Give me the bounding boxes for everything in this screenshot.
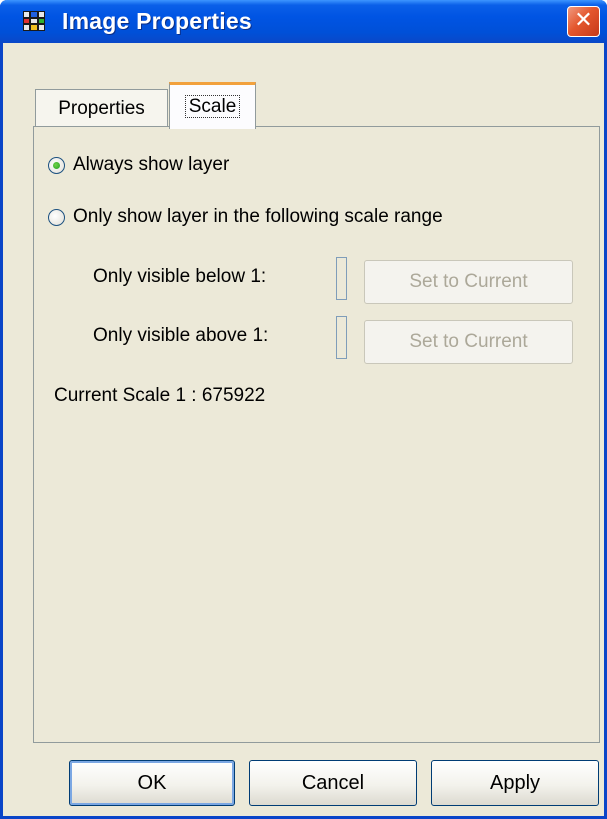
set-below-to-current-button[interactable]: Set to Current — [364, 260, 573, 304]
close-icon: ✕ — [574, 8, 593, 33]
always-show-layer-label: Always show layer — [73, 154, 230, 175]
set-above-to-current-button[interactable]: Set to Current — [364, 320, 573, 364]
tab-properties-label: Properties — [58, 98, 145, 119]
cancel-button[interactable]: Cancel — [249, 760, 417, 806]
current-scale-text: Current Scale 1 : 675922 — [54, 385, 266, 406]
title-bar[interactable]: Image Properties ✕ — [0, 0, 607, 43]
visible-below-input[interactable] — [336, 257, 347, 300]
tab-scale-label: Scale — [184, 95, 241, 118]
scale-range-radio[interactable]: Only show layer in the following scale r… — [48, 206, 443, 228]
image-properties-dialog: Image Properties ✕ Properties Scale — [0, 0, 607, 819]
radio-unselected-icon — [48, 208, 65, 226]
close-button[interactable]: ✕ — [567, 6, 600, 37]
window-title: Image Properties — [62, 8, 252, 34]
radio-selected-icon — [48, 156, 65, 174]
tab-scale[interactable]: Scale — [169, 82, 256, 129]
visible-above-label: Only visible above 1: — [93, 325, 269, 346]
scale-range-label: Only show layer in the following scale r… — [73, 206, 443, 227]
tab-properties[interactable]: Properties — [35, 89, 168, 126]
ok-button[interactable]: OK — [69, 760, 235, 806]
apply-button[interactable]: Apply — [431, 760, 599, 806]
visible-above-input[interactable] — [336, 316, 347, 359]
visible-below-label: Only visible below 1: — [93, 266, 267, 287]
grid-app-icon — [23, 11, 45, 31]
always-show-layer-radio[interactable]: Always show layer — [48, 154, 229, 176]
